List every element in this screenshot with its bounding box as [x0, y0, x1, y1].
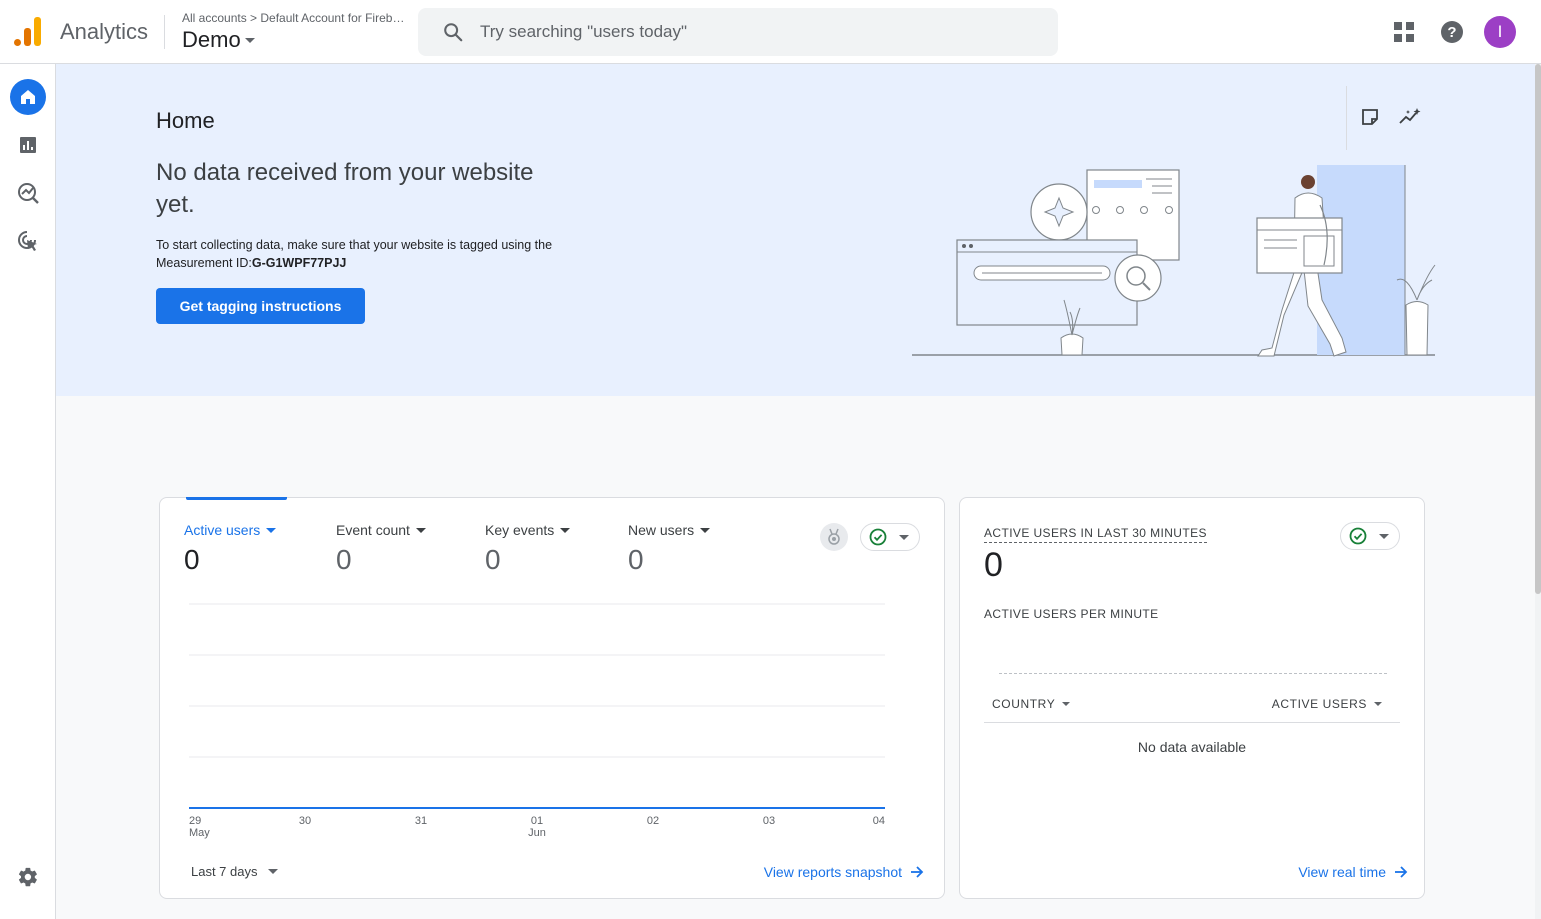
- insights-icon: [1399, 108, 1421, 124]
- search-icon: [444, 23, 463, 42]
- left-navigation: [0, 64, 56, 919]
- divider: [164, 15, 165, 49]
- reports-icon: [20, 137, 36, 153]
- x-tick-label: 01: [531, 815, 543, 827]
- help-icon: ?: [1441, 21, 1463, 43]
- check-circle-icon: [1349, 527, 1367, 545]
- column-label: COUNTRY: [992, 697, 1056, 711]
- view-real-time-link[interactable]: View real time: [1298, 864, 1408, 880]
- hero-toolbar: [1346, 86, 1432, 150]
- tagging-description-text: To start collecting data, make sure that…: [156, 238, 553, 270]
- nav-home[interactable]: [10, 79, 46, 115]
- chevron-down-icon: [1374, 702, 1382, 706]
- apps-grid-icon: [1394, 22, 1414, 42]
- nav-reports[interactable]: [10, 127, 46, 163]
- search-box[interactable]: [418, 8, 1058, 56]
- top-actions: ? I: [1387, 15, 1517, 49]
- chevron-down-icon: [1062, 702, 1071, 706]
- view-real-time-label: View real time: [1298, 864, 1386, 880]
- active-users-line-chart: 29May 30 31 01Jun 02 03 04: [189, 603, 885, 839]
- date-range-selector[interactable]: Last 7 days: [191, 864, 278, 879]
- home-icon: [21, 90, 35, 104]
- date-range-label: Last 7 days: [191, 864, 258, 879]
- hero-banner: Home No data received from your website …: [56, 64, 1535, 396]
- chevron-down-icon: [1379, 533, 1389, 539]
- notes-icon: [1362, 109, 1378, 125]
- x-tick-label: 04: [873, 815, 885, 827]
- avatar: I: [1484, 16, 1516, 48]
- search-input[interactable]: [480, 22, 1000, 42]
- analytics-logo-icon: [14, 17, 41, 46]
- table-divider: [984, 722, 1400, 723]
- app-title: Analytics: [60, 19, 149, 44]
- top-app-bar: Analytics All accounts > Default Account…: [0, 0, 1541, 64]
- no-data-message: No data available: [1137, 739, 1247, 755]
- apps-button[interactable]: [1387, 15, 1421, 49]
- x-tick-label: 03: [763, 815, 775, 827]
- help-button[interactable]: ?: [1435, 15, 1469, 49]
- account-button[interactable]: I: [1483, 15, 1517, 49]
- property-name: Demo: [182, 27, 241, 52]
- notes-button[interactable]: [1353, 100, 1387, 134]
- settings-icon: [18, 867, 37, 887]
- nav-explore[interactable]: [10, 175, 46, 211]
- view-reports-snapshot-label: View reports snapshot: [763, 864, 902, 880]
- measurement-id: G-G1WPF77PJJ: [251, 256, 347, 270]
- advertising-icon: [18, 231, 37, 251]
- x-tick-label: 29: [189, 815, 201, 827]
- svg-text:?: ?: [1447, 24, 1456, 41]
- nav-advertising[interactable]: [10, 223, 46, 259]
- insights-button[interactable]: [1393, 100, 1427, 134]
- hero-illustration: [912, 165, 1436, 357]
- realtime-data-quality-chip[interactable]: [1340, 522, 1400, 550]
- no-data-heading: No data received from your website yet.: [156, 159, 534, 218]
- chevron-down-icon: [244, 37, 255, 43]
- country-column-header[interactable]: COUNTRY: [992, 697, 1071, 711]
- x-tick-label: 02: [647, 815, 659, 827]
- overview-card: Active users 0 Event count 0 Key events …: [159, 497, 945, 899]
- arrow-right-icon: [911, 866, 924, 878]
- get-tagging-instructions-button[interactable]: Get tagging instructions: [156, 288, 365, 324]
- x-tick-month-label: May: [189, 827, 210, 839]
- arrow-right-icon: [1395, 866, 1408, 878]
- realtime-card: ACTIVE USERS IN LAST 30 MINUTES 0 ACTIVE…: [959, 497, 1425, 899]
- x-tick-month-label: Jun: [528, 827, 546, 839]
- account-breadcrumb[interactable]: All accounts > Default Account for Fireb…: [182, 11, 408, 25]
- chevron-down-icon: [267, 869, 278, 874]
- active-users-column-header[interactable]: ACTIVE USERS: [1272, 697, 1382, 711]
- explore-icon: [18, 183, 39, 204]
- page-title: Home: [156, 108, 215, 133]
- column-label: ACTIVE USERS: [1271, 697, 1367, 711]
- per-minute-label: ACTIVE USERS PER MINUTE: [984, 607, 1159, 621]
- per-minute-chart-baseline: [999, 673, 1387, 674]
- tagging-description: To start collecting data, make sure that…: [156, 236, 566, 272]
- x-tick-label: 31: [415, 815, 427, 827]
- property-selector[interactable]: Demo: [182, 27, 255, 53]
- realtime-value: 0: [984, 546, 1003, 584]
- nav-settings[interactable]: [10, 859, 46, 895]
- realtime-title[interactable]: ACTIVE USERS IN LAST 30 MINUTES: [984, 526, 1207, 543]
- scrollbar-thumb[interactable]: [1535, 64, 1541, 594]
- view-reports-snapshot-link[interactable]: View reports snapshot: [764, 864, 924, 880]
- x-tick-label: 30: [299, 815, 311, 827]
